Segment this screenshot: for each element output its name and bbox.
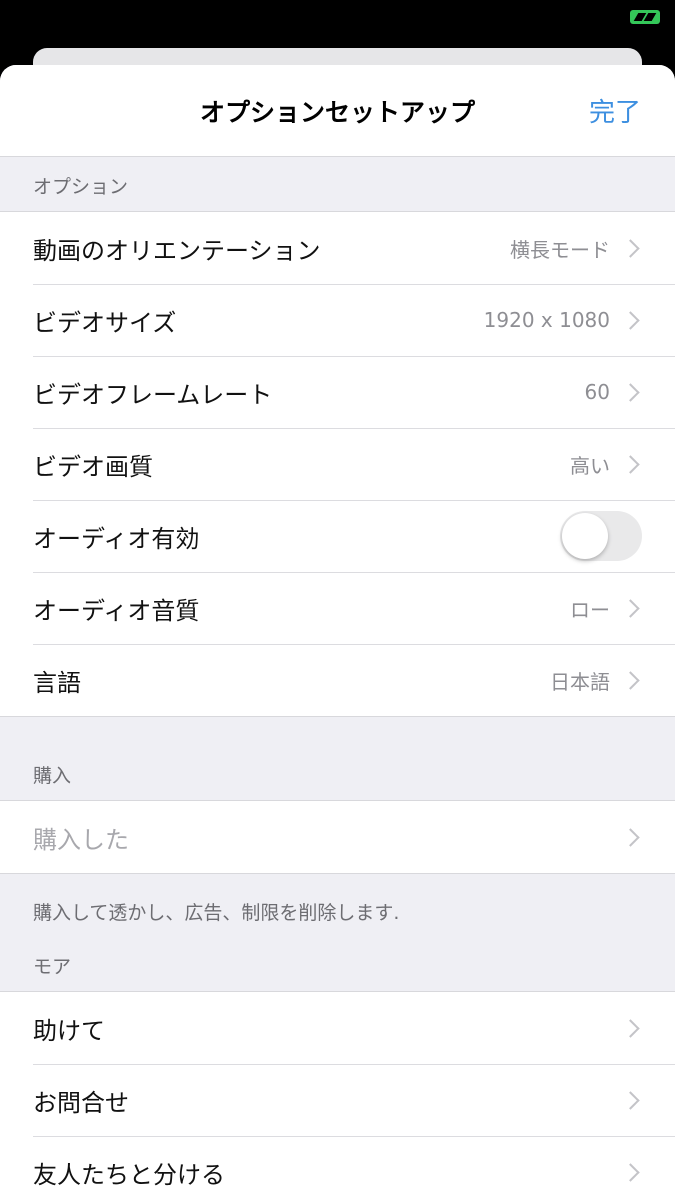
row-audio-quality[interactable]: オーディオ音質 ロー [0,572,675,644]
row-video-orientation[interactable]: 動画のオリエンテーション 横長モード [0,212,675,284]
row-value: 日本語 [550,669,610,694]
row-video-quality[interactable]: ビデオ画質 高い [0,428,675,500]
toggle-knob [562,513,608,559]
chevron-right-icon [621,827,640,847]
chevron-right-icon [621,1090,640,1110]
row-help[interactable]: 助けて [0,992,675,1064]
row-label: ビデオ画質 [33,452,153,481]
row-video-size[interactable]: ビデオサイズ 1920 x 1080 [0,284,675,356]
section-header-purchase: 購入 [33,765,72,787]
done-button[interactable]: 完了 [589,92,641,129]
row-label: ビデオフレームレート [33,380,273,409]
chevron-right-icon [621,238,640,258]
row-label: ビデオサイズ [33,308,177,337]
row-label: 助けて [33,1016,105,1045]
more-group: 助けて お問合せ 友人たちと分ける [0,991,675,1200]
row-value: ロー [570,597,610,622]
row-label: オーディオ音質 [33,596,200,625]
row-value: 60 [584,380,610,404]
row-contact[interactable]: お問合せ [0,1064,675,1136]
row-value: 高い [570,453,610,478]
row-label: 動画のオリエンテーション [33,236,321,265]
row-label: お問合せ [33,1088,129,1117]
row-value: 横長モード [510,237,610,262]
section-header-more: モア [33,956,72,978]
navigation-bar: オプションセットアップ 完了 [0,65,675,157]
chevron-right-icon [621,1162,640,1182]
chevron-right-icon [621,310,640,330]
audio-enabled-toggle[interactable] [560,511,642,561]
chevron-right-icon [621,454,640,474]
section-header-options: オプション [33,176,129,198]
row-share-with-friends[interactable]: 友人たちと分ける [0,1136,675,1200]
chevron-right-icon [621,382,640,402]
options-group: 動画のオリエンテーション 横長モード ビデオサイズ 1920 x 1080 ビデ… [0,211,675,717]
row-audio-enabled: オーディオ有効 [0,500,675,572]
purchase-group: 購入した [0,800,675,874]
page-title: オプションセットアップ [199,98,475,127]
row-label: 友人たちと分ける [33,1160,225,1189]
row-label: オーディオ有効 [33,524,200,553]
row-video-frame-rate[interactable]: ビデオフレームレート 60 [0,356,675,428]
row-value: 1920 x 1080 [483,308,610,332]
section-footer-purchase: 購入して透かし、広告、制限を削除します. [33,902,400,924]
row-label: 言語 [33,668,81,697]
row-label: 購入した [33,825,129,854]
options-sheet: オプションセットアップ 完了 オプション 動画のオリエンテーション 横長モード … [0,65,675,1200]
battery-charging-icon [630,10,660,24]
chevron-right-icon [621,670,640,690]
chevron-right-icon [621,1018,640,1038]
row-purchased[interactable]: 購入した [0,801,675,873]
chevron-right-icon [621,598,640,618]
row-language[interactable]: 言語 日本語 [0,644,675,716]
